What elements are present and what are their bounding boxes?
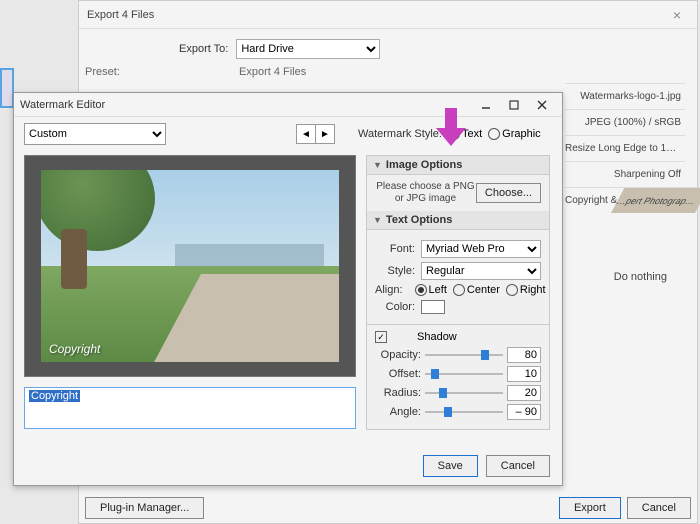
angle-slider[interactable] <box>425 406 503 418</box>
shadow-header: Shadow <box>417 331 457 343</box>
opacity-value[interactable]: 80 <box>507 347 541 363</box>
watermark-style-label: Watermark Style: <box>358 128 442 140</box>
align-label: Align: <box>375 284 403 296</box>
color-label: Color: <box>375 301 415 313</box>
export-titlebar: Export 4 Files × <box>79 1 697 29</box>
offset-slider[interactable] <box>425 368 503 380</box>
watermark-top-row: Custom ◄ ► Watermark Style: Text Graphic <box>14 117 562 151</box>
font-select[interactable]: Myriad Web Pro <box>421 240 541 258</box>
cancel-button[interactable]: Cancel <box>486 455 550 477</box>
maximize-button[interactable] <box>500 95 528 115</box>
disclosure-triangle-icon: ▼ <box>373 215 382 225</box>
summary-sharpen: Sharpening Off <box>565 161 685 187</box>
export-title: Export 4 Files <box>87 9 154 21</box>
image-options-header[interactable]: ▼ Image Options <box>367 156 549 175</box>
watermark-editor-dialog: Watermark Editor Custom ◄ ► Watermark St… <box>13 92 563 486</box>
summary-resize: Resize Long Edge to 1200 pixels <box>565 135 685 161</box>
style-select[interactable]: Regular <box>421 262 541 280</box>
export-cancel-button[interactable]: Cancel <box>627 497 691 519</box>
summary-filename: Watermarks-logo-1.jpg <box>565 83 685 109</box>
align-right-radio[interactable] <box>506 284 518 296</box>
offset-label: Offset: <box>375 368 421 380</box>
style-graphic-radio[interactable] <box>488 128 500 140</box>
save-button[interactable]: Save <box>423 455 478 477</box>
font-label: Font: <box>375 243 415 255</box>
export-button[interactable]: Export <box>559 497 621 519</box>
close-icon[interactable]: × <box>665 7 689 23</box>
radius-value[interactable]: 20 <box>507 385 541 401</box>
export-to-label: Export To: <box>179 43 228 55</box>
watermark-text-input[interactable]: Copyright <box>24 387 356 429</box>
watermark-footer: Save Cancel <box>423 455 550 477</box>
opacity-slider[interactable] <box>425 349 503 361</box>
close-button[interactable] <box>528 95 556 115</box>
export-footer: Plug-in Manager... Export Cancel <box>85 497 691 519</box>
choose-image-button[interactable]: Choose... <box>476 183 541 203</box>
shadow-checkbox[interactable]: ✓ <box>375 331 387 343</box>
opacity-label: Opacity: <box>375 349 421 361</box>
export-to-row: Export To: Hard Drive <box>179 39 697 59</box>
annotation-arrow-icon <box>436 108 466 148</box>
watermark-overlay-text: Copyright <box>49 342 100 356</box>
color-swatch[interactable] <box>421 300 445 314</box>
angle-value[interactable]: – 90 <box>507 404 541 420</box>
export-to-select[interactable]: Hard Drive <box>236 39 380 59</box>
watermark-options-panel: ▼ Image Options Please choose a PNG or J… <box>366 155 550 430</box>
watermark-nav-buttons: ◄ ► <box>296 124 334 144</box>
export-subtitle: Export 4 Files <box>239 66 306 78</box>
image-options-hint: Please choose a PNG or JPG image <box>375 181 476 205</box>
summary-format: JPEG (100%) / sRGB <box>565 109 685 135</box>
export-summary: …pert Photography\Watermarks Watermarks-… <box>565 83 685 213</box>
angle-label: Angle: <box>375 406 421 418</box>
text-options-header[interactable]: ▼ Text Options <box>367 211 549 230</box>
filmstrip-thumb[interactable] <box>0 68 14 108</box>
summary-path: …pert Photography\Watermarks <box>611 187 700 213</box>
preview-image: Copyright <box>41 170 339 362</box>
watermark-title: Watermark Editor <box>20 99 472 111</box>
watermark-preset-select[interactable]: Custom <box>24 123 166 145</box>
style-graphic-label: Graphic <box>502 128 541 140</box>
disclosure-triangle-icon: ▼ <box>373 160 382 170</box>
align-center-radio[interactable] <box>453 284 465 296</box>
radius-slider[interactable] <box>425 387 503 399</box>
plugin-manager-button[interactable]: Plug-in Manager... <box>85 497 204 519</box>
next-button[interactable]: ► <box>315 124 335 144</box>
postprocessing-value: Do nothing <box>614 271 667 283</box>
radius-label: Radius: <box>375 387 421 399</box>
align-left-radio[interactable] <box>415 284 427 296</box>
preset-label: Preset: <box>85 66 120 78</box>
watermark-preview: Copyright <box>24 155 356 377</box>
minimize-button[interactable] <box>472 95 500 115</box>
prev-button[interactable]: ◄ <box>296 124 316 144</box>
style-label: Style: <box>375 265 415 277</box>
watermark-text-value: Copyright <box>29 390 80 402</box>
offset-value[interactable]: 10 <box>507 366 541 382</box>
watermark-titlebar: Watermark Editor <box>14 93 562 117</box>
